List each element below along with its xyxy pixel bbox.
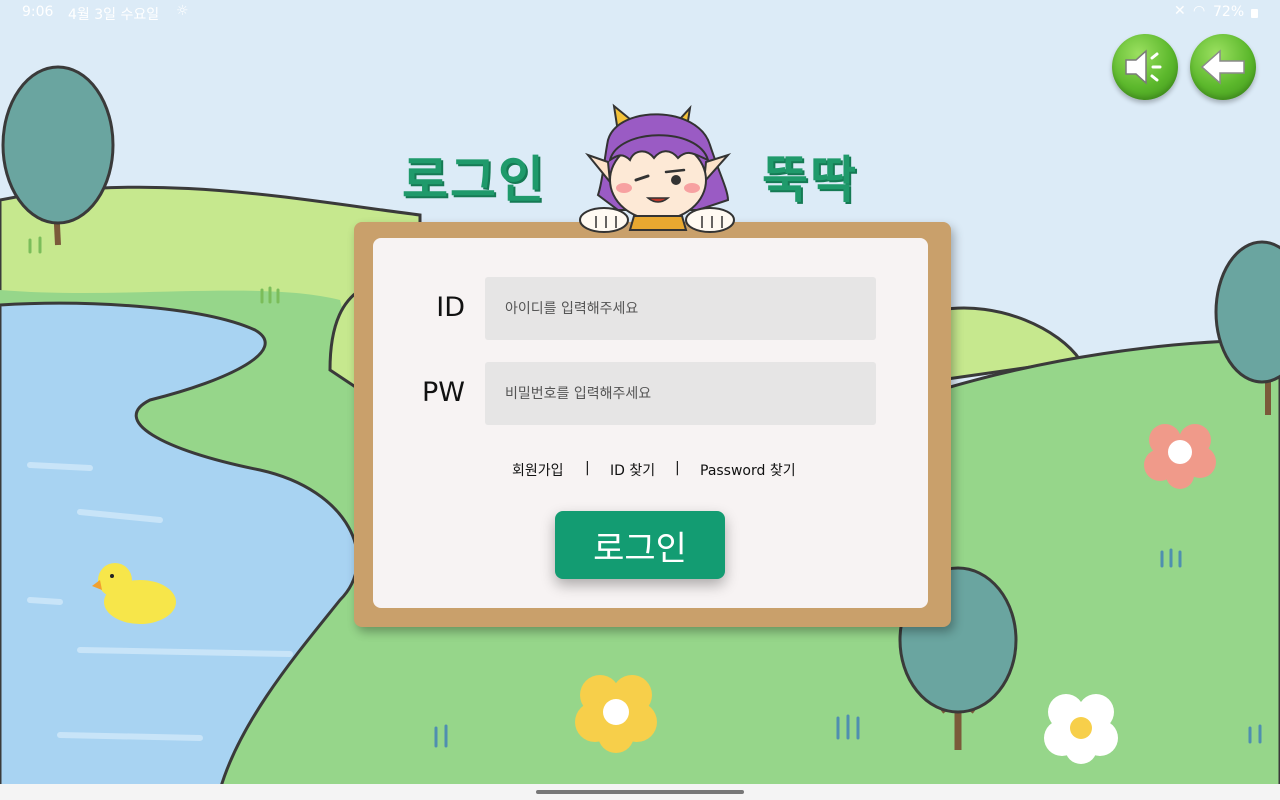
app-title-right: 뚝딱: [762, 151, 858, 209]
sound-button[interactable]: [1112, 34, 1178, 100]
mascot-character: [579, 103, 735, 233]
back-button[interactable]: [1190, 34, 1256, 100]
id-label: ID: [436, 292, 465, 323]
find-id-link[interactable]: ID 찾기: [610, 460, 655, 480]
status-time: 9:06: [22, 4, 54, 20]
battery-icon: [1251, 9, 1258, 18]
status-date: 4월 3일 수요일: [68, 7, 160, 23]
signup-link[interactable]: 회원가입: [512, 460, 564, 480]
app-title-left: 로그인: [402, 151, 546, 209]
login-button[interactable]: 로그인: [555, 511, 725, 579]
home-indicator[interactable]: [536, 790, 744, 794]
id-input[interactable]: [485, 277, 876, 340]
link-separator: |: [585, 460, 590, 476]
link-separator: |: [675, 460, 680, 476]
battery-level: 72%: [1213, 4, 1245, 20]
status-bar: 9:06 4월 3일 수요일 ☼ ✕ ◠ 72%: [0, 0, 1280, 26]
find-password-link[interactable]: Password 찾기: [700, 460, 796, 480]
notification-icon: ☼: [176, 3, 189, 19]
pw-label: PW: [422, 377, 465, 408]
arrow-left-icon: [1200, 49, 1245, 85]
speaker-icon: [1125, 49, 1162, 85]
mute-icon: ✕: [1174, 3, 1186, 19]
wifi-icon: ◠: [1193, 3, 1206, 19]
password-input[interactable]: [485, 362, 876, 425]
